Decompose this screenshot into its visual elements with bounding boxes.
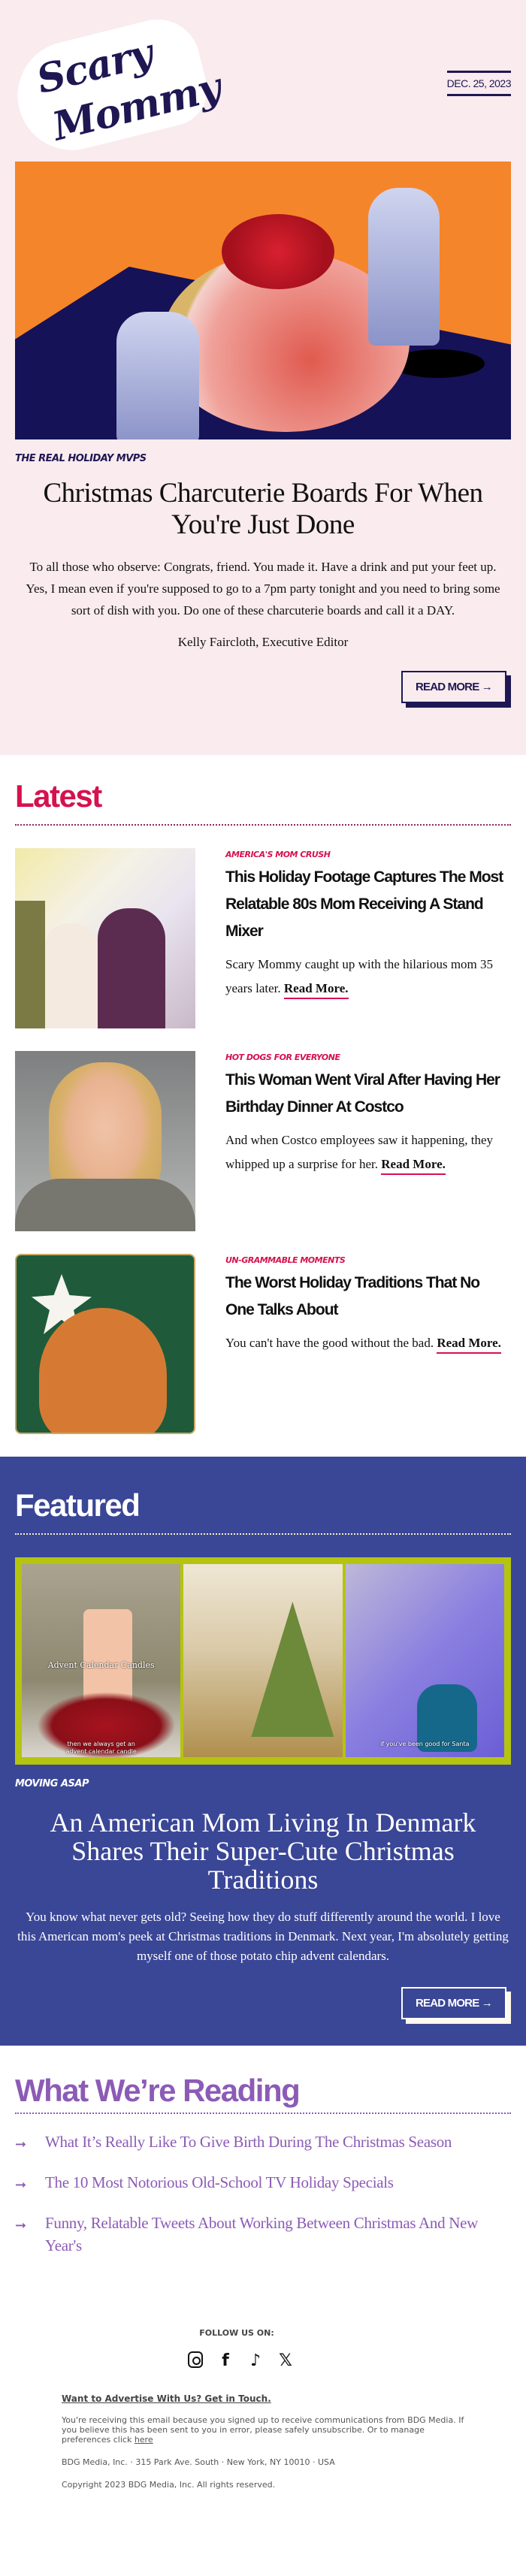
- newsletter: Scary Mommy DEC. 25, 2023 THE REAL HOLID…: [0, 0, 526, 2535]
- hero-image[interactable]: [15, 162, 511, 439]
- reading-item: ➞ The 10 Most Notorious Old-School TV Ho…: [15, 2171, 511, 2197]
- image-christmas-tree: [251, 1602, 334, 1737]
- featured-body: You know what never gets old? Seeing how…: [17, 1910, 509, 1963]
- collage-panel-tree: [183, 1564, 343, 1757]
- footer-copyright: Copyright 2023 BDG Media, Inc. All right…: [62, 2480, 276, 2490]
- article-read-more-link[interactable]: Read More.: [283, 981, 349, 999]
- scary-mommy-logo[interactable]: Scary Mommy: [6, 10, 225, 162]
- collage-caption-title: Advent Calendar Candles: [47, 1660, 155, 1670]
- tiktok-icon[interactable]: ♪: [246, 2351, 265, 2372]
- latest-title: Latest: [15, 778, 102, 814]
- reading-list: ➞ What It’s Really Like To Give Birth Du…: [15, 2131, 511, 2257]
- featured-section: Featured Advent Calendar Candles then we…: [0, 1457, 526, 2046]
- reading-item: ➞ What It’s Really Like To Give Birth Du…: [15, 2131, 511, 2156]
- issue-date: DEC. 25, 2023: [446, 71, 512, 96]
- footer-notice: You're receiving this email because you …: [62, 2415, 464, 2445]
- featured-headline[interactable]: An American Mom Living In Denmark Shares…: [15, 1808, 511, 1894]
- arrow-right-icon: ➞: [15, 2218, 27, 2233]
- hero-body: To all those who observe: Congrats, frie…: [26, 560, 500, 618]
- reading-divider: [15, 2112, 511, 2114]
- article-kicker: AMERICA'S MOM CRUSH: [225, 850, 331, 859]
- featured-image-collage[interactable]: Advent Calendar Candles then we always g…: [15, 1557, 511, 1765]
- featured-title: Featured: [15, 1487, 141, 1523]
- article-kicker: HOT DOGS FOR EVERYONE: [225, 1052, 340, 1062]
- hero-title[interactable]: Christmas Charcuterie Boards For When Yo…: [15, 478, 511, 541]
- article-summary: Scary Mommy caught up with the hilarious…: [225, 953, 511, 1001]
- image-mom: [98, 908, 165, 1028]
- header: Scary Mommy DEC. 25, 2023: [6, 10, 512, 162]
- footer: FOLLOW US ON: f ♪ 𝕏 Want to Advertise Wi…: [0, 2302, 526, 2535]
- article-image[interactable]: [15, 1051, 195, 1231]
- hero-image-hand-right: [368, 188, 440, 346]
- hero-button-row: READ MORE →: [15, 671, 511, 703]
- arrow-right-icon: ➞: [15, 2137, 27, 2152]
- article-summary: You can't have the good without the bad.…: [225, 1331, 511, 1355]
- article-text: UN-GRAMMABLE MOMENTS The Worst Holiday T…: [195, 1254, 511, 1434]
- featured-button-row: READ MORE →: [15, 1987, 511, 2019]
- manage-preferences-link[interactable]: here: [135, 2435, 153, 2445]
- instagram-glyph: [188, 2351, 203, 2368]
- latest-article: AMERICA'S MOM CRUSH This Holiday Footage…: [15, 848, 511, 1028]
- collage-caption-3: if you've been good for Santa: [380, 1741, 470, 1747]
- latest-article: UN-GRAMMABLE MOMENTS The Worst Holiday T…: [15, 1254, 511, 1434]
- hero-image-hand-left: [116, 312, 199, 439]
- hero-section: Scary Mommy DEC. 25, 2023 THE REAL HOLID…: [0, 0, 526, 755]
- article-image[interactable]: [15, 1254, 195, 1434]
- x-icon[interactable]: 𝕏: [276, 2351, 295, 2372]
- latest-article: HOT DOGS FOR EVERYONE This Woman Went Vi…: [15, 1051, 511, 1231]
- hero-read-more-button[interactable]: READ MORE →: [401, 671, 506, 703]
- article-summary: And when Costco employees saw it happeni…: [225, 1128, 511, 1176]
- hero-kicker: THE REAL HOLIDAY MVPS: [15, 453, 147, 464]
- social-icons: f ♪ 𝕏: [17, 2351, 464, 2372]
- image-child: [45, 923, 98, 1028]
- article-title[interactable]: The Worst Holiday Traditions That No One…: [225, 1270, 511, 1324]
- footer-address: BDG Media, Inc. · 315 Park Ave. South · …: [62, 2457, 335, 2467]
- article-image[interactable]: [15, 848, 195, 1028]
- article-text: HOT DOGS FOR EVERYONE This Woman Went Vi…: [195, 1051, 511, 1231]
- collage-panel-candle: Advent Calendar Candles then we always g…: [22, 1564, 181, 1757]
- hero-byline: Kelly Faircloth, Executive Editor: [177, 635, 349, 649]
- article-read-more-link[interactable]: Read More.: [437, 1336, 501, 1354]
- featured-kicker: MOVING ASAP: [15, 1778, 89, 1789]
- article-title[interactable]: This Woman Went Viral After Having Her B…: [225, 1067, 511, 1121]
- facebook-icon[interactable]: f: [216, 2351, 235, 2372]
- article-title[interactable]: This Holiday Footage Captures The Most R…: [225, 864, 511, 945]
- article-read-more-link[interactable]: Read More.: [381, 1157, 446, 1175]
- article-summary-text: Scary Mommy caught up with the hilarious…: [225, 957, 494, 995]
- article-text: AMERICA'S MOM CRUSH This Holiday Footage…: [195, 848, 511, 1028]
- article-summary-text: You can't have the good without the bad.: [225, 1336, 434, 1350]
- latest-divider: [15, 824, 511, 826]
- footer-notice-text: You're receiving this email because you …: [62, 2415, 464, 2445]
- reading-section: What We’re Reading ➞ What It’s Really Li…: [0, 2046, 526, 2302]
- hero-image-bow: [222, 214, 334, 289]
- latest-section: Latest AMERICA'S MOM CRUSH This Holiday …: [0, 755, 526, 1457]
- article-kicker: UN-GRAMMABLE MOMENTS: [225, 1255, 346, 1265]
- collage-panel-room: if you've been good for Santa: [345, 1564, 504, 1757]
- featured-divider: [15, 1533, 511, 1535]
- arrow-right-icon: ➞: [15, 2177, 27, 2193]
- reading-link[interactable]: The 10 Most Notorious Old-School TV Holi…: [45, 2171, 394, 2194]
- article-summary-text: And when Costco employees saw it happeni…: [225, 1133, 493, 1171]
- reading-item: ➞ Funny, Relatable Tweets About Working …: [15, 2212, 511, 2257]
- collage-caption-1: then we always get an advent calendar ca…: [65, 1741, 137, 1755]
- instagram-icon[interactable]: [186, 2351, 205, 2372]
- advertise-link[interactable]: Want to Advertise With Us? Get in Touch.: [62, 2393, 464, 2404]
- follow-us-label: FOLLOW US ON:: [199, 2328, 274, 2338]
- reading-link[interactable]: Funny, Relatable Tweets About Working Be…: [45, 2212, 511, 2257]
- image-coat: [15, 1179, 195, 1231]
- image-tree: [15, 901, 45, 1028]
- reading-link[interactable]: What It’s Really Like To Give Birth Duri…: [45, 2131, 452, 2153]
- image-gingerbread: [39, 1308, 167, 1433]
- featured-read-more-button[interactable]: READ MORE →: [401, 1987, 506, 2019]
- reading-title: What We’re Reading: [15, 2073, 301, 2108]
